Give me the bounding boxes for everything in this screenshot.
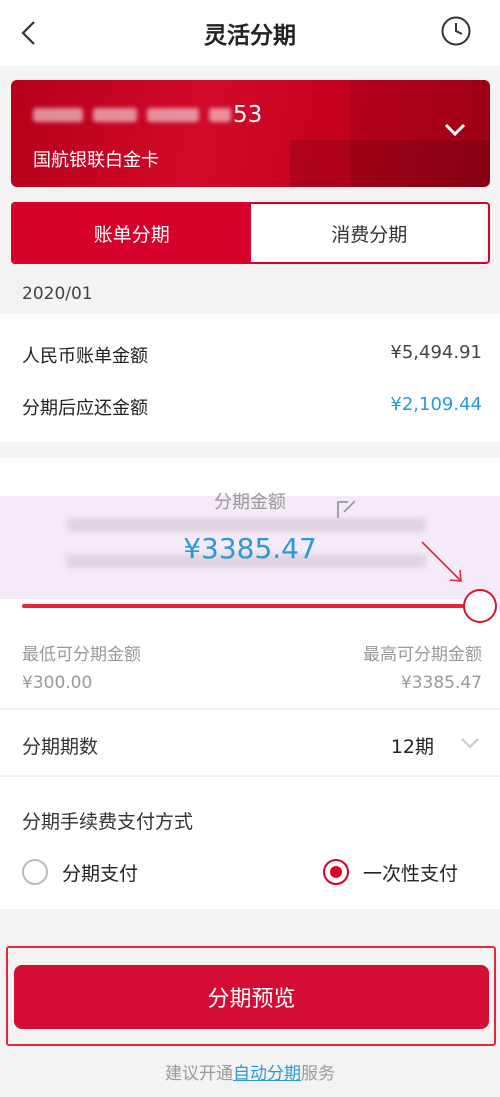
bill-date: 2020/01 (22, 284, 93, 304)
masked-digits (93, 108, 137, 122)
hint-prefix: 建议开通 (165, 1064, 233, 1084)
chevron-down-icon[interactable] (444, 122, 466, 138)
card-name: 国航银联白金卡 (33, 150, 159, 171)
masked-digits (33, 108, 83, 122)
installment-type-tabs: 账单分期 消费分期 (11, 202, 490, 264)
max-amount-label: 最高可分期金额 (363, 645, 482, 665)
repay-amount-value: ¥2,109.44 (390, 394, 482, 415)
period-selector[interactable]: 分期期数 12期 (0, 709, 500, 775)
bill-amount-row: 人民币账单金额 ¥5,494.91 (22, 342, 482, 368)
bill-amount-value: ¥5,494.91 (390, 342, 482, 363)
blurred-text (66, 518, 426, 532)
fee-payment-label: 分期手续费支付方式 (22, 811, 194, 833)
installment-amount-section: 分期金额 ¥3385.47 最低可分期金额 ¥300.00 最高可分期金额 ¥3… (0, 458, 500, 708)
max-amount: 最高可分期金额 ¥3385.47 (363, 641, 482, 697)
repay-amount-row: 分期后应还金额 ¥2,109.44 (22, 394, 482, 420)
min-amount: 最低可分期金额 ¥300.00 (22, 641, 141, 697)
masked-digits (209, 108, 231, 122)
bank-card-selector[interactable]: 53 国航银联白金卡 (11, 80, 490, 187)
card-decoration (290, 140, 490, 187)
slider-track[interactable] (22, 604, 464, 608)
radio-one-time-pay-label[interactable]: 一次性支付 (363, 859, 458, 886)
radio-one-time-pay[interactable] (323, 859, 349, 885)
edit-icon[interactable] (336, 498, 358, 520)
card-number-suffix: 53 (233, 102, 263, 128)
repay-amount-label: 分期后应还金额 (22, 398, 148, 419)
fee-payment-section: 分期手续费支付方式 分期支付 一次性支付 (0, 776, 500, 909)
period-value[interactable]: 12期 (391, 732, 434, 759)
bill-summary: 人民币账单金额 ¥5,494.91 分期后应还金额 ¥2,109.44 (0, 314, 500, 442)
chevron-down-icon[interactable] (460, 736, 480, 750)
auto-installment-hint: 建议开通自动分期服务 (0, 1059, 500, 1084)
page-title: 灵活分期 (204, 23, 296, 49)
max-amount-value: ¥3385.47 (400, 673, 482, 693)
hint-suffix: 服务 (301, 1064, 335, 1084)
period-label: 分期期数 (22, 736, 99, 758)
radio-installment-pay[interactable] (22, 859, 48, 885)
min-amount-value: ¥300.00 (22, 673, 93, 693)
auto-installment-link[interactable]: 自动分期 (233, 1064, 301, 1084)
min-amount-label: 最低可分期金额 (22, 645, 141, 665)
radio-installment-pay-label[interactable]: 分期支付 (62, 859, 138, 886)
annotation-arrow-icon (421, 541, 462, 582)
installment-amount-label: 分期金额 (214, 492, 286, 513)
clock-history-icon[interactable] (440, 15, 472, 47)
card-number: 53 (33, 102, 262, 128)
slider-thumb[interactable] (463, 589, 497, 623)
top-bar: 灵活分期 (0, 0, 500, 66)
bill-amount-label: 人民币账单金额 (22, 346, 148, 367)
installment-preview-button[interactable]: 分期预览 (14, 965, 489, 1029)
masked-digits (147, 108, 199, 122)
tab-purchase-installment[interactable]: 消费分期 (251, 204, 489, 262)
tab-bill-installment[interactable]: 账单分期 (13, 204, 251, 262)
